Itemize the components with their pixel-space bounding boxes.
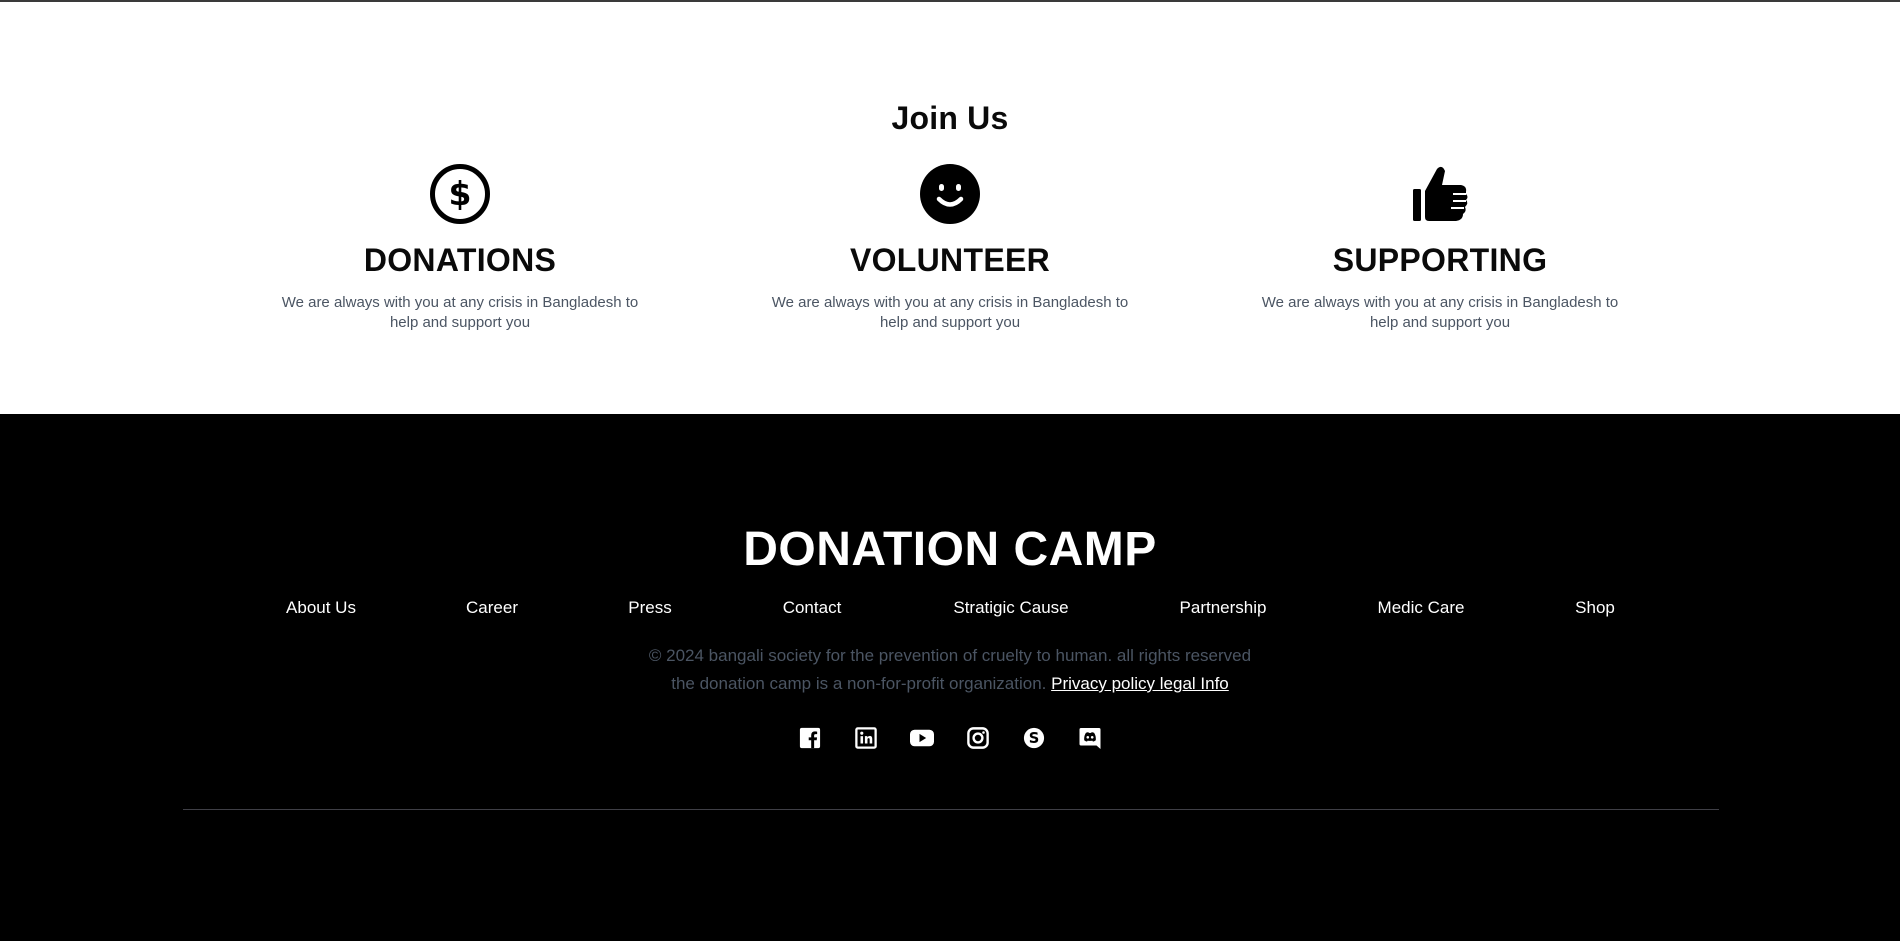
donations-title: DONATIONS bbox=[363, 242, 557, 278]
footer-link-shop[interactable]: Shop bbox=[1575, 598, 1615, 618]
social-links: S bbox=[0, 726, 1900, 750]
copyright-text: © 2024 bangali society for the preventio… bbox=[648, 646, 1252, 665]
footer-brand: DONATION CAMP bbox=[743, 523, 1157, 576]
thumbs-up-icon bbox=[1413, 166, 1468, 221]
discord-icon[interactable] bbox=[1078, 726, 1102, 750]
footer-link-press[interactable]: Press bbox=[628, 598, 671, 618]
footer-legal: © 2024 bangali society for the preventio… bbox=[0, 642, 1900, 698]
skype-icon[interactable]: S bbox=[1022, 726, 1046, 750]
footer-divider bbox=[183, 809, 1719, 810]
footer-nav: About Us Career Press Contact Stratigic … bbox=[0, 598, 1900, 622]
volunteer-description: We are always with you at any crisis in … bbox=[771, 294, 1129, 331]
footer-link-partnership[interactable]: Partnership bbox=[1180, 598, 1267, 618]
volunteer-title: VOLUNTEER bbox=[849, 242, 1051, 278]
facebook-icon[interactable] bbox=[798, 726, 822, 750]
volunteer-card: VOLUNTEER We are always with you at any … bbox=[740, 162, 1160, 333]
footer-link-contact[interactable]: Contact bbox=[783, 598, 842, 618]
linkedin-icon[interactable] bbox=[854, 726, 878, 750]
instagram-icon[interactable] bbox=[966, 726, 990, 750]
dollar-circle-icon: $ bbox=[430, 164, 490, 224]
supporting-description: We are always with you at any crisis in … bbox=[1261, 294, 1619, 331]
supporting-card: SUPPORTING We are always with you at any… bbox=[1230, 162, 1650, 333]
svg-text:S: S bbox=[1029, 730, 1040, 747]
smiley-face-icon bbox=[920, 164, 980, 224]
donations-card: $ DONATIONS We are always with you at an… bbox=[250, 162, 670, 333]
supporting-title: SUPPORTING bbox=[1332, 242, 1548, 278]
privacy-policy-link[interactable]: Privacy policy legal Info bbox=[1051, 674, 1229, 693]
footer-link-about-us[interactable]: About Us bbox=[286, 598, 356, 618]
footer-link-career[interactable]: Career bbox=[466, 598, 518, 618]
nonprofit-text: the donation camp is a non-for-profit or… bbox=[671, 674, 1047, 693]
youtube-icon[interactable] bbox=[910, 726, 934, 750]
footer-link-stratigic-cause[interactable]: Stratigic Cause bbox=[953, 598, 1068, 618]
nonprofit-line: the donation camp is a non-for-profit or… bbox=[0, 670, 1900, 698]
join-us-section: Join Us $ DONATIONS We are always with y… bbox=[0, 2, 1900, 414]
join-us-title: Join Us bbox=[891, 100, 1009, 136]
donations-description: We are always with you at any crisis in … bbox=[281, 294, 639, 331]
site-footer: DONATION CAMP About Us Career Press Cont… bbox=[0, 414, 1900, 941]
svg-text:$: $ bbox=[449, 174, 472, 213]
footer-link-medic-care[interactable]: Medic Care bbox=[1378, 598, 1465, 618]
